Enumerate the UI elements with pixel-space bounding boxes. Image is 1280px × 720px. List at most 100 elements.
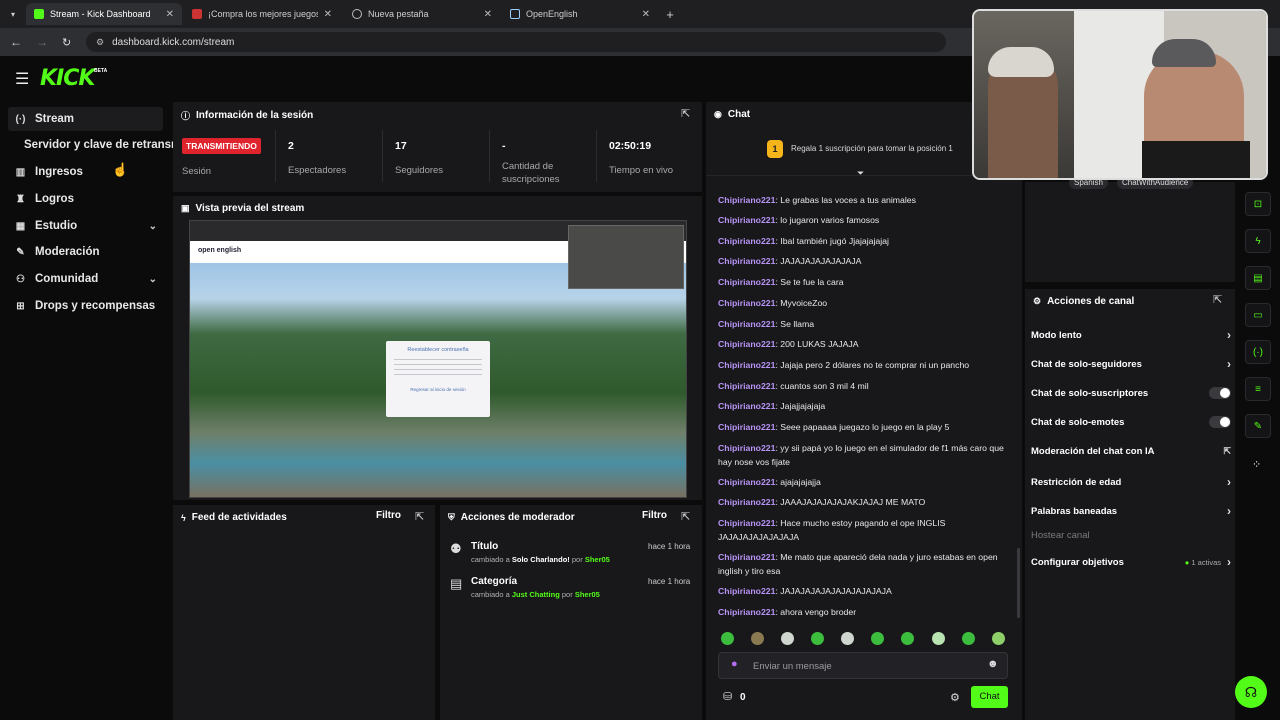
chat-users-icon[interactable]: ⛁ [723,690,732,703]
sidebar-item-drops[interactable]: ⊞ Drops y recompensas [8,294,163,318]
site-info-icon[interactable]: ⚙ [96,37,104,48]
chat-send-button[interactable]: Chat [971,686,1008,708]
action-emotes-only[interactable]: Chat de solo-emotes [1031,416,1231,428]
broadcast-tool-button[interactable]: (·) [1245,340,1271,364]
divider [489,130,490,182]
chevron-right-icon: › [1227,475,1231,489]
emote-icon[interactable] [811,632,824,645]
emote-icon[interactable] [871,632,884,645]
forward-icon[interactable]: → [36,35,50,49]
category-icon: ▤ [450,576,463,591]
wrench-icon: ✎ [16,246,25,258]
tab-openenglish[interactable]: OpenEnglish ✕ [502,3,658,25]
sidebar-item-moderacion[interactable]: ✎ Moderación [8,240,163,264]
emote-icon[interactable] [962,632,975,645]
emoji-icon[interactable]: ☻ [987,658,999,670]
activity-feed-panel: ϟ Feed de actividades Filtro ⇱ [173,505,435,720]
notes-tool-button[interactable]: ▤ [1245,266,1271,290]
reload-icon[interactable]: ↻ [62,36,76,49]
sidebar-item-logros[interactable]: ♜ Logros [8,187,163,211]
emote-icon[interactable] [901,632,914,645]
studio-icon: ▦ [15,220,26,232]
action-slow-mode[interactable]: Modo lento › [1031,328,1231,342]
chat-bubble-icon: ▭ [1253,309,1263,321]
emote-icon[interactable] [932,632,945,645]
emotes-only-toggle[interactable] [1209,416,1231,428]
chat-tool-button[interactable]: ▭ [1245,303,1271,327]
action-subscribers-only[interactable]: Chat de solo-suscriptores [1031,387,1231,399]
sidebar-item-comunidad[interactable]: ⚇ Comunidad ⌄ [8,267,163,291]
action-age-restriction[interactable]: Restricción de edad › [1031,475,1231,489]
divider [275,130,276,182]
action-ai-moderation[interactable]: Moderación del chat con IA ⇱ [1031,446,1231,457]
live-status-badge: TRANSMITIENDO [182,138,261,154]
right-tool-rail [1238,182,1280,720]
chat-settings-icon[interactable]: ⚙ [950,691,960,704]
kick-logo[interactable]: KICK [40,66,95,91]
popout-icon[interactable]: ⇱ [415,510,424,523]
mod-filter-button[interactable]: Filtro [642,510,667,521]
support-chat-button[interactable]: ☊ [1235,676,1267,708]
stat-viewers: 2 Espectadores [288,140,347,176]
tab-compra-juegos[interactable]: ¡Compra los mejores juegos m ✕ [184,3,340,25]
close-icon[interactable]: ✕ [166,9,174,20]
tab-nueva-pestana[interactable]: Nueva pestaña ✕ [344,3,500,25]
emote-icon[interactable] [781,632,794,645]
community-tool-icon[interactable]: ⁘ [1252,458,1261,471]
menu-icon[interactable]: ☰ [15,69,29,89]
popout-icon[interactable]: ⇱ [681,510,690,523]
list-icon: ≡ [1255,383,1261,395]
chat-message: Chipiriano221: lo jugaron varios famosos [718,215,880,225]
subscribers-only-toggle[interactable] [1209,387,1231,399]
chat-message: Chipiriano221: JAJAJAJAJAJAJAJAJAJAJA [718,586,892,596]
stream-preview-header: ▣ Vista previa del stream [181,203,305,214]
chat-user-count: 0 [740,692,746,703]
action-followers-only[interactable]: Chat de solo-seguidores › [1031,357,1231,371]
chat-input[interactable]: ● Enviar un mensaje ☻ [718,652,1008,679]
emote-icon[interactable] [751,632,764,645]
openenglish-favicon-icon [510,9,520,19]
moderator-actions-panel: ⛨ Acciones de moderador Filtro ⇱ ⚉ Títul… [440,505,702,720]
microphone-icon[interactable]: ● [731,658,738,670]
sidebar-item-stream[interactable]: (·) Stream [8,107,163,131]
popout-icon[interactable]: ⇱ [1213,293,1222,306]
chat-scrollbar[interactable] [1017,548,1020,618]
sidebar-subitem-servidor[interactable]: Servidor y clave de retransm [18,133,178,157]
chevron-right-icon: › [1227,504,1231,518]
pin-icon[interactable]: ⏷ [857,168,864,179]
session-label: Sesión [182,166,212,177]
close-icon[interactable]: ✕ [324,9,332,20]
action-banned-words[interactable]: Palabras baneadas › [1031,504,1231,518]
feed-filter-button[interactable]: Filtro [376,510,401,521]
sidebar-item-estudio[interactable]: ▦ Estudio ⌄ [8,214,163,238]
emote-icon[interactable] [721,632,734,645]
gear-icon: ⚙ [1033,296,1042,306]
close-icon[interactable]: ✕ [642,9,650,20]
emote-icon[interactable] [992,632,1005,645]
layout-tool-button[interactable]: ⊡ [1245,192,1271,216]
moderation-tool-button[interactable]: ≡ [1245,377,1271,401]
lightning-tool-button[interactable]: ϟ [1245,229,1271,253]
sidebar-item-ingresos[interactable]: ▥ Ingresos [8,160,163,184]
goals-active-badge: ● 1 activas [1184,557,1221,567]
preview-reset-dialog: Reestablecer contraseña Regresar al inic… [386,341,490,417]
action-goals[interactable]: Configurar objetivos ● 1 activas › [1031,555,1231,569]
new-tab-button[interactable]: + [660,3,680,25]
chevron-down-icon: ⌄ [148,273,157,285]
tab-kick-dashboard[interactable]: Stream - Kick Dashboard ✕ [26,3,182,25]
popout-icon[interactable]: ⇱ [681,107,690,120]
wrench-tool-button[interactable]: ✎ [1245,414,1271,438]
mouse-cursor-icon: ☝ [112,162,129,177]
chat-message: Chipiriano221: MyvoiceZoo [718,298,828,308]
gift-icon: ⊞ [16,300,25,312]
stat-subscriptions: - Cantidad de suscripciones [502,140,560,185]
back-icon[interactable]: ← [10,35,24,49]
emote-icon[interactable] [841,632,854,645]
chevron-down-icon: ⌄ [148,220,157,232]
close-icon[interactable]: ✕ [484,9,492,20]
chat-message: Chipiriano221: Seee papaaaa juegazo lo j… [718,422,950,432]
stream-preview-video[interactable]: open english Reestablecer contraseña Reg… [189,220,687,498]
chat-message: Chipiriano221: cuantos son 3 mil 4 mil [718,381,869,391]
tab-list-button[interactable]: ▾ [4,3,22,25]
url-field[interactable]: ⚙ dashboard.kick.com/stream [86,32,946,52]
